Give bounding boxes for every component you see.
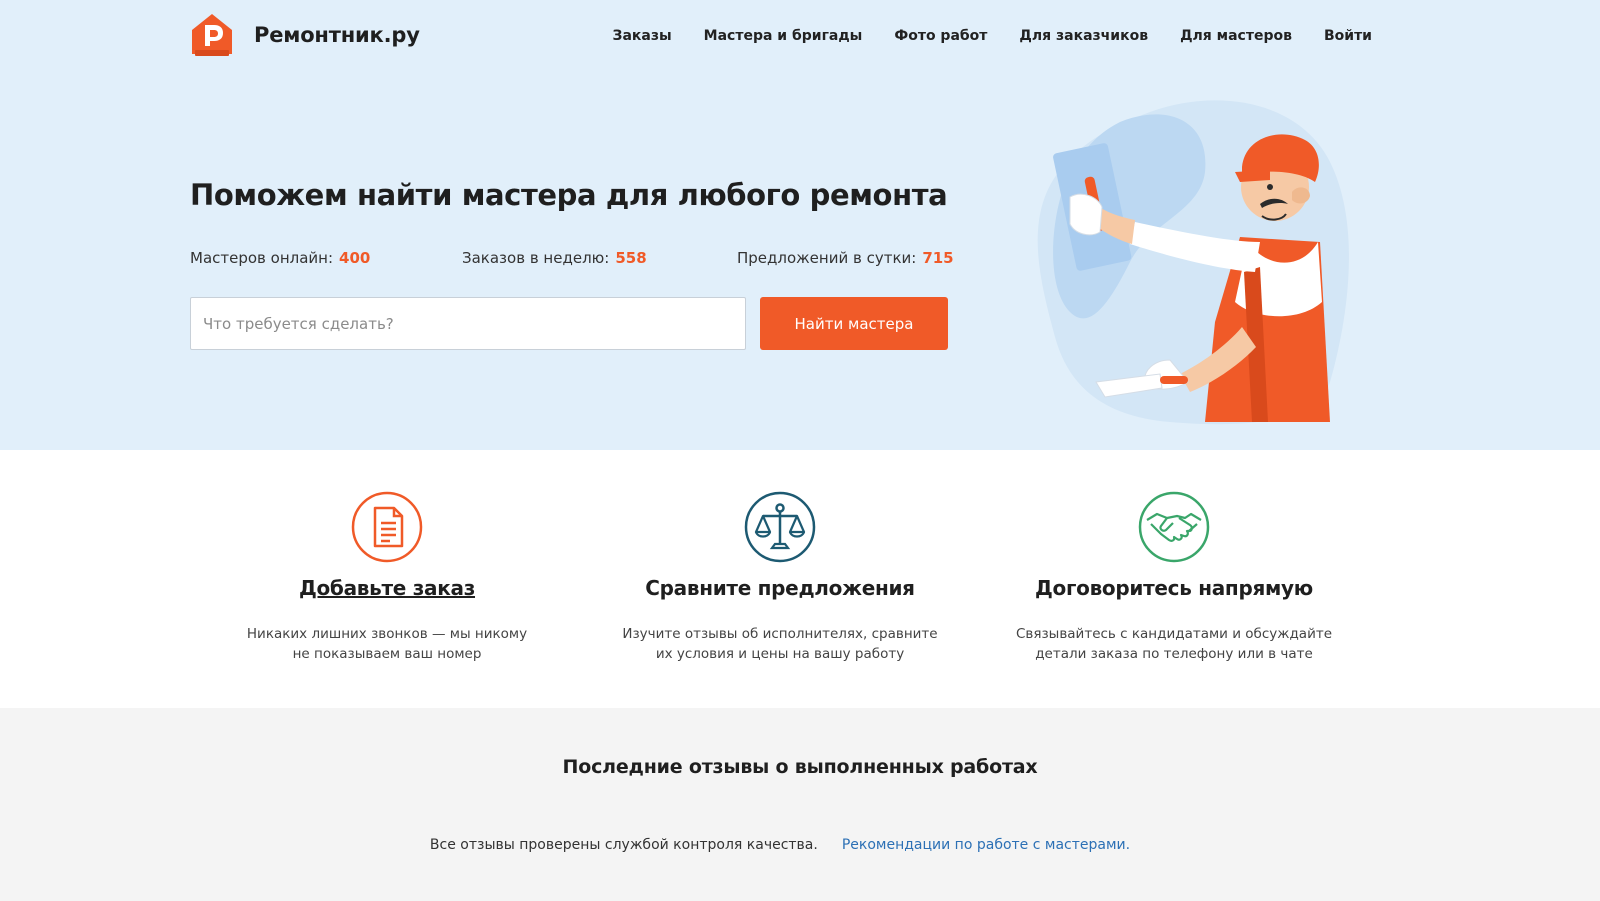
step-description-line: их условия и цены на вашу работу xyxy=(655,646,905,662)
nav-for-masters[interactable]: Для мастеров xyxy=(1180,28,1292,44)
stat-orders-week: Заказов в неделю: 558 xyxy=(462,249,647,267)
stat-value: 400 xyxy=(339,249,371,267)
step-description: Никаких лишних звонков — мы никому не по… xyxy=(227,624,547,664)
logo-house-icon xyxy=(192,14,232,56)
scales-icon xyxy=(744,491,816,563)
document-icon xyxy=(351,491,423,563)
stat-label: Предложений в сутки: xyxy=(737,249,917,267)
worker-illustration xyxy=(1037,100,1349,425)
find-master-button[interactable]: Найти мастера xyxy=(760,297,948,350)
how-it-works: Добавьте заказ Никаких лишних звонков — … xyxy=(0,450,1600,708)
reviews-note-text: Все отзывы проверены службой контроля ка… xyxy=(429,837,818,853)
step-description: Изучите отзывы об исполнителях, сравните… xyxy=(620,624,940,664)
hero-section: Ремонтник.ру Заказы Мастера и бригады Фо… xyxy=(0,0,1600,450)
nav-orders[interactable]: Заказы xyxy=(613,28,672,44)
step-compare-offers: Сравните предложения Изучите отзывы об и… xyxy=(600,490,960,664)
step-title: Сравните предложения xyxy=(645,576,915,600)
step-agree-directly: Договоритесь напрямую Связывайтесь с кан… xyxy=(994,490,1354,664)
nav-login[interactable]: Войти xyxy=(1324,28,1372,44)
nav-for-customers[interactable]: Для заказчиков xyxy=(1019,28,1148,44)
page-title: Поможем найти мастера для любого ремонта xyxy=(190,178,948,212)
stat-masters-online: Мастеров онлайн: 400 xyxy=(190,249,370,267)
step-description-line: не показываем ваш номер xyxy=(292,646,482,662)
main-nav: Заказы Мастера и бригады Фото работ Для … xyxy=(613,28,1372,44)
add-order-link[interactable]: Добавьте заказ xyxy=(207,576,567,600)
logo[interactable]: Ремонтник.ру xyxy=(190,12,420,58)
step-description-line: Никаких лишних звонков — мы никому xyxy=(246,626,528,642)
stat-offers-day: Предложений в сутки: 715 xyxy=(737,249,954,267)
reviews-title: Последние отзывы о выполненных работах xyxy=(562,756,1038,778)
step-description-line: Связывайтесь с кандидатами и обсуждайте xyxy=(1015,626,1333,642)
stat-label: Заказов в неделю: xyxy=(462,249,610,267)
reviews-note: Все отзывы проверены службой контроля ка… xyxy=(0,837,1560,853)
step-title: Договоритесь напрямую xyxy=(1035,576,1313,600)
recommendations-link[interactable]: Рекомендации по работе с мастерами. xyxy=(842,837,1130,853)
step-description: Связывайтесь с кандидатами и обсуждайте … xyxy=(1014,624,1334,664)
step-description-line: детали заказа по телефону или в чате xyxy=(1035,646,1313,662)
nav-masters-brigades[interactable]: Мастера и бригады xyxy=(704,28,863,44)
reviews-section: Последние отзывы о выполненных работах В… xyxy=(0,708,1600,901)
step-description-line: Изучите отзывы об исполнителях, сравните xyxy=(622,626,938,642)
stat-value: 558 xyxy=(615,249,647,267)
stat-label: Мастеров онлайн: xyxy=(190,249,334,267)
stat-value: 715 xyxy=(922,249,954,267)
search-input[interactable] xyxy=(190,297,746,350)
handshake-icon xyxy=(1138,491,1210,563)
nav-work-photos[interactable]: Фото работ xyxy=(894,28,987,44)
step-add-order: Добавьте заказ Никаких лишних звонков — … xyxy=(207,490,567,664)
brand-name: Ремонтник.ру xyxy=(254,23,420,47)
